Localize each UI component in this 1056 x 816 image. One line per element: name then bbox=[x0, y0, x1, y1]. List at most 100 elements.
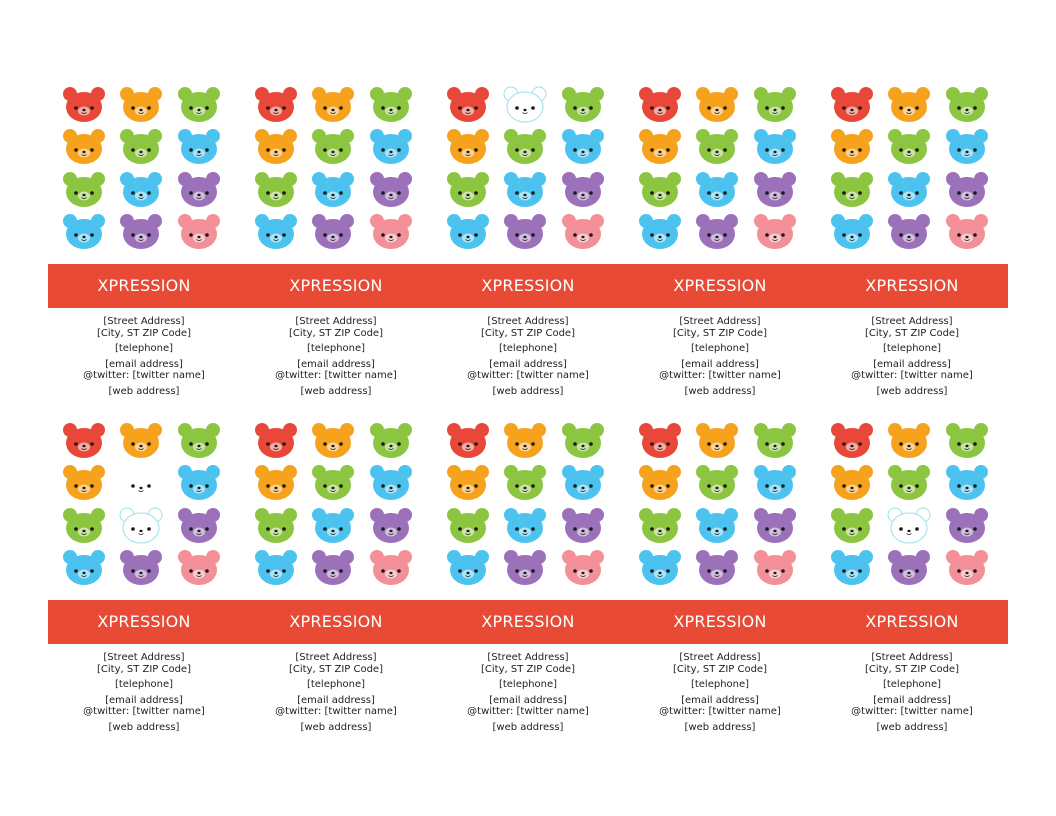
bear-face-icon bbox=[638, 549, 682, 587]
bear-face-icon bbox=[887, 213, 931, 251]
bear-face-icon bbox=[638, 507, 682, 545]
bear-grid bbox=[432, 80, 624, 250]
bear-face-icon bbox=[561, 549, 605, 587]
email-address: [email address] bbox=[105, 358, 183, 370]
telephone: [telephone] bbox=[882, 679, 942, 690]
bear-face-icon bbox=[638, 422, 682, 460]
email-address: [email address] bbox=[681, 694, 759, 706]
card-contact-info: [Street Address] [City, ST ZIP Code] [te… bbox=[432, 652, 624, 733]
bear-face-icon bbox=[753, 171, 797, 209]
card-title: XPRESSION bbox=[865, 612, 959, 631]
bear-face-icon bbox=[695, 171, 739, 209]
bear-grid bbox=[624, 80, 816, 250]
telephone: [telephone] bbox=[306, 343, 366, 354]
email-address: [email address] bbox=[489, 358, 567, 370]
bear-face-icon bbox=[503, 464, 547, 502]
twitter-handle: @twitter: [twitter name] bbox=[275, 706, 397, 717]
bear-face-icon bbox=[311, 464, 355, 502]
bear-face-icon bbox=[887, 422, 931, 460]
bear-grid bbox=[48, 80, 240, 250]
bear-face-icon bbox=[254, 549, 298, 587]
street-address: [Street Address] bbox=[679, 652, 761, 663]
twitter-handle: @twitter: [twitter name] bbox=[83, 706, 205, 717]
web-address: [web address] bbox=[876, 721, 948, 733]
bear-face-icon bbox=[561, 507, 605, 545]
bear-face-icon bbox=[503, 86, 547, 124]
city-state-zip: [City, ST ZIP Code] bbox=[864, 663, 959, 675]
bear-face-icon bbox=[311, 507, 355, 545]
bear-face-icon bbox=[945, 128, 989, 166]
twitter-handle: @twitter: [twitter name] bbox=[275, 370, 397, 381]
bear-face-icon bbox=[311, 549, 355, 587]
bear-face-icon bbox=[830, 171, 874, 209]
bear-grid bbox=[816, 416, 1008, 586]
card-title: XPRESSION bbox=[673, 276, 767, 295]
bear-face-icon bbox=[446, 507, 490, 545]
email-address: [email address] bbox=[105, 694, 183, 706]
bear-face-icon bbox=[503, 171, 547, 209]
bear-face-icon bbox=[753, 507, 797, 545]
bear-face-icon bbox=[369, 128, 413, 166]
bear-face-icon bbox=[446, 128, 490, 166]
bear-face-icon bbox=[945, 507, 989, 545]
bear-face-icon bbox=[503, 128, 547, 166]
bear-face-icon bbox=[503, 549, 547, 587]
street-address: [Street Address] bbox=[487, 316, 569, 327]
bear-grid bbox=[432, 416, 624, 586]
bear-face-icon bbox=[254, 128, 298, 166]
bear-face-icon bbox=[887, 464, 931, 502]
telephone: [telephone] bbox=[306, 679, 366, 690]
bear-grid bbox=[240, 416, 432, 586]
web-address: [web address] bbox=[876, 385, 948, 397]
card-contact-info: [Street Address] [City, ST ZIP Code] [te… bbox=[48, 316, 240, 397]
city-state-zip: [City, ST ZIP Code] bbox=[672, 663, 767, 675]
bear-face-icon bbox=[119, 464, 163, 502]
bear-face-icon bbox=[369, 549, 413, 587]
bear-face-icon bbox=[369, 507, 413, 545]
bear-face-icon bbox=[177, 128, 221, 166]
bear-face-icon bbox=[830, 86, 874, 124]
city-state-zip: [City, ST ZIP Code] bbox=[480, 663, 575, 675]
bear-face-icon bbox=[503, 422, 547, 460]
web-address: [web address] bbox=[108, 721, 180, 733]
bear-face-icon bbox=[638, 213, 682, 251]
bear-face-icon bbox=[446, 464, 490, 502]
bear-face-icon bbox=[830, 549, 874, 587]
bear-face-icon bbox=[695, 213, 739, 251]
street-address: [Street Address] bbox=[871, 316, 953, 327]
bear-face-icon bbox=[177, 464, 221, 502]
bear-face-icon bbox=[446, 86, 490, 124]
email-address: [email address] bbox=[681, 358, 759, 370]
city-state-zip: [City, ST ZIP Code] bbox=[480, 327, 575, 339]
card-contact-info: [Street Address] [City, ST ZIP Code] [te… bbox=[816, 652, 1008, 733]
bear-face-icon bbox=[945, 171, 989, 209]
card-contact-info: [Street Address] [City, ST ZIP Code] [te… bbox=[240, 316, 432, 397]
bear-face-icon bbox=[119, 507, 163, 545]
telephone: [telephone] bbox=[114, 679, 174, 690]
web-address: [web address] bbox=[684, 721, 756, 733]
web-address: [web address] bbox=[300, 721, 372, 733]
email-address: [email address] bbox=[873, 358, 951, 370]
card-contact-info: [Street Address] [City, ST ZIP Code] [te… bbox=[432, 316, 624, 397]
bear-face-icon bbox=[62, 422, 106, 460]
bear-face-icon bbox=[561, 171, 605, 209]
city-state-zip: [City, ST ZIP Code] bbox=[672, 327, 767, 339]
bear-face-icon bbox=[254, 213, 298, 251]
city-state-zip: [City, ST ZIP Code] bbox=[288, 327, 383, 339]
card-title: XPRESSION bbox=[289, 276, 383, 295]
bear-face-icon bbox=[945, 213, 989, 251]
bear-face-icon bbox=[119, 86, 163, 124]
bear-face-icon bbox=[695, 464, 739, 502]
bear-face-icon bbox=[830, 128, 874, 166]
bear-face-icon bbox=[561, 213, 605, 251]
card-contact-info: [Street Address] [City, ST ZIP Code] [te… bbox=[624, 652, 816, 733]
bear-face-icon bbox=[254, 507, 298, 545]
bear-face-icon bbox=[945, 549, 989, 587]
bear-face-icon bbox=[62, 86, 106, 124]
telephone: [telephone] bbox=[690, 343, 750, 354]
telephone: [telephone] bbox=[882, 343, 942, 354]
bear-face-icon bbox=[369, 422, 413, 460]
bear-face-icon bbox=[254, 464, 298, 502]
street-address: [Street Address] bbox=[487, 652, 569, 663]
card-title: XPRESSION bbox=[97, 276, 191, 295]
